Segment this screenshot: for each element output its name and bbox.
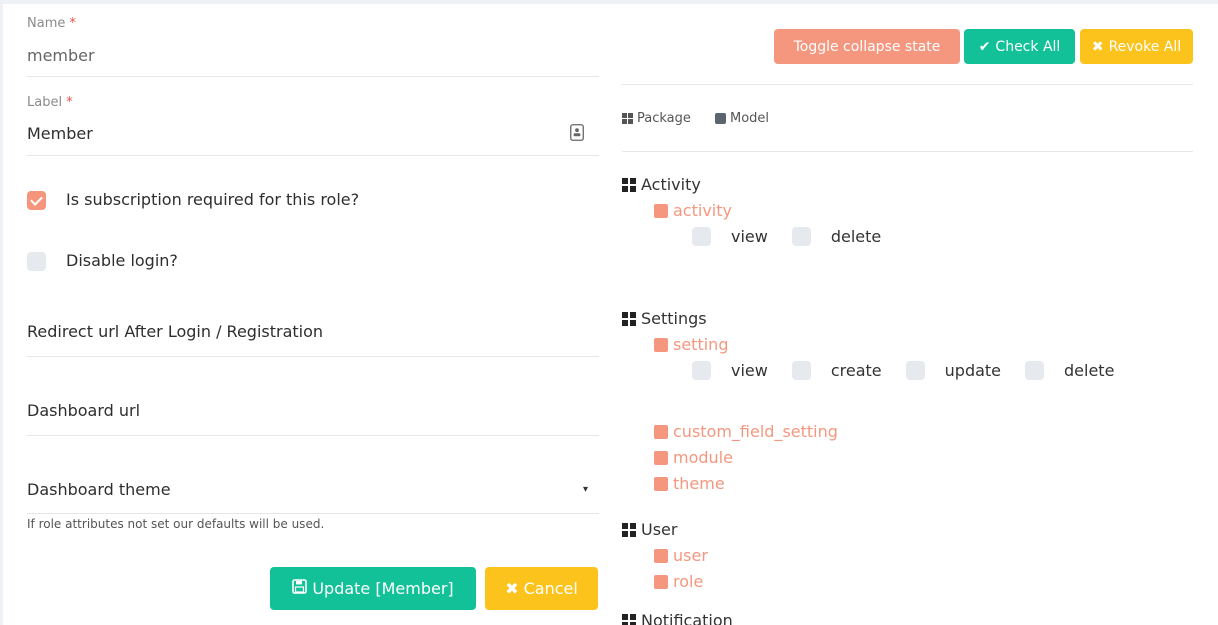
name-label: Name * [27, 16, 76, 31]
legend-model-label: Model [730, 111, 770, 126]
legend-package: Package [622, 111, 691, 126]
close-icon: ✖ [1091, 38, 1104, 55]
model-setting-label: setting [673, 335, 729, 354]
setting-permissions: view create update delete [692, 361, 1138, 380]
model-square-icon [654, 548, 668, 563]
model-custom-field-setting[interactable]: custom_field_setting [654, 422, 838, 441]
model-theme-label: theme [673, 474, 725, 493]
dashboard-url-underline [27, 435, 599, 436]
check-icon: ✔ [978, 38, 991, 55]
package-settings-label: Settings [641, 309, 707, 328]
grid-icon [622, 113, 633, 124]
package-notification[interactable]: Notification [622, 611, 733, 625]
model-square-icon [654, 424, 668, 439]
activity-permissions: view delete [692, 227, 905, 246]
model-square-icon [654, 203, 668, 218]
chevron-down-icon[interactable]: ▾ [583, 484, 588, 495]
perm-label: delete [1064, 361, 1115, 380]
perm-label: delete [830, 227, 882, 246]
model-setting[interactable]: setting [654, 335, 728, 354]
update-button-label: Update [Member] [312, 579, 454, 598]
model-role-label: role [673, 572, 704, 591]
model-theme[interactable]: theme [654, 474, 725, 493]
close-icon: ✖ [505, 579, 519, 598]
package-user-label: User [641, 520, 678, 539]
perm-label: view [731, 227, 768, 246]
toggle-collapse-label: Toggle collapse state [793, 38, 941, 55]
required-mark: * [66, 95, 73, 110]
model-user[interactable]: user [654, 546, 708, 565]
model-user-label: user [673, 546, 708, 565]
legend-model: Model [715, 111, 769, 126]
dashboard-theme-underline [27, 513, 599, 514]
dashboard-theme-select[interactable]: Dashboard theme [27, 480, 171, 499]
revoke-all-label: Revoke All [1108, 38, 1182, 55]
role-edit-panel: Name * member Label * Member Is subscrip… [3, 4, 1218, 625]
cancel-button[interactable]: ✖ Cancel [485, 567, 598, 610]
grid-icon [622, 177, 636, 192]
model-square-icon [654, 476, 668, 491]
model-role[interactable]: role [654, 572, 703, 591]
toggle-collapse-button[interactable]: Toggle collapse state [774, 29, 960, 64]
perm-checkbox-activity-delete[interactable] [791, 227, 811, 246]
label-input[interactable]: Member [27, 124, 93, 143]
check-all-label: Check All [995, 38, 1061, 55]
grid-icon [622, 613, 636, 625]
label-underline [27, 155, 599, 156]
redirect-url-underline [27, 356, 599, 357]
cancel-button-label: Cancel [523, 579, 578, 598]
disable-login-label: Disable login? [66, 251, 178, 270]
name-input[interactable]: member [27, 46, 95, 65]
perm-label: update [944, 361, 1002, 380]
toolbar-divider [622, 84, 1193, 85]
subscription-label: Is subscription required for this role? [66, 190, 360, 209]
perm-label: view [731, 361, 768, 380]
required-mark: * [69, 16, 77, 31]
grid-icon [622, 522, 636, 537]
package-settings[interactable]: Settings [622, 309, 707, 328]
disable-login-checkbox[interactable] [27, 252, 46, 271]
save-icon [292, 579, 308, 598]
package-notification-label: Notification [641, 611, 733, 625]
grid-icon [622, 311, 636, 326]
legend-package-label: Package [637, 111, 691, 126]
perm-checkbox-setting-view[interactable] [692, 361, 711, 380]
perm-checkbox-setting-delete[interactable] [1025, 361, 1045, 380]
perm-checkbox-setting-update[interactable] [905, 361, 925, 380]
name-underline [27, 76, 599, 77]
check-all-button[interactable]: ✔ Check All [964, 29, 1075, 64]
perm-checkbox-activity-view[interactable] [692, 227, 711, 246]
model-square-icon [654, 450, 668, 465]
model-square-icon [654, 337, 668, 352]
package-activity-label: Activity [641, 175, 701, 194]
package-activity[interactable]: Activity [622, 175, 701, 194]
package-user[interactable]: User [622, 520, 677, 539]
label-field-label: Label * [27, 95, 73, 110]
model-activity-label: activity [673, 201, 732, 220]
contact-card-icon[interactable] [570, 124, 584, 145]
model-square-icon [654, 574, 668, 589]
square-icon [715, 113, 726, 124]
label-field-label-text: Label [27, 95, 63, 110]
revoke-all-button[interactable]: ✖ Revoke All [1080, 29, 1193, 64]
legend-divider [622, 151, 1193, 152]
model-activity[interactable]: activity [654, 201, 732, 220]
dashboard-url-input[interactable]: Dashboard url [27, 401, 140, 420]
subscription-checkbox[interactable] [27, 191, 46, 210]
perm-label: create [830, 361, 882, 380]
model-module-label: module [673, 448, 733, 467]
model-module[interactable]: module [654, 448, 733, 467]
perm-checkbox-setting-create[interactable] [791, 361, 811, 380]
defaults-hint: If role attributes not set our defaults … [27, 517, 325, 531]
redirect-url-input[interactable]: Redirect url After Login / Registration [27, 322, 323, 341]
model-custom-field-setting-label: custom_field_setting [673, 422, 838, 441]
name-label-text: Name [27, 16, 66, 31]
update-button[interactable]: Update [Member] [270, 567, 476, 610]
